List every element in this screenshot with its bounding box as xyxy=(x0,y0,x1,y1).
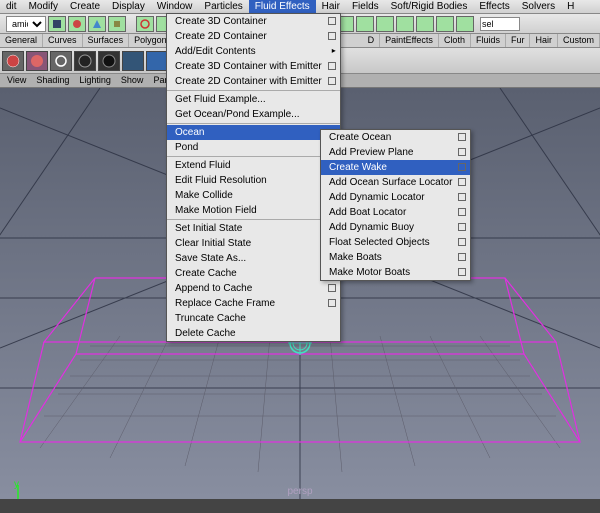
menu-item-make-motion-field[interactable]: Make Motion Field xyxy=(167,203,340,218)
menu-item-add-ocean-surface-locator[interactable]: Add Ocean Surface Locator xyxy=(321,175,470,190)
option-box-icon[interactable] xyxy=(328,284,336,292)
shelf-sphere2-icon[interactable] xyxy=(26,51,48,71)
menu-item-create-3d-container-with-emitter[interactable]: Create 3D Container with Emitter xyxy=(167,59,340,74)
menu-item-create-wake[interactable]: Create Wake xyxy=(321,160,470,175)
option-box-icon[interactable] xyxy=(328,32,336,40)
menu-dit[interactable]: dit xyxy=(0,0,23,13)
menu-item-pond[interactable]: Pond xyxy=(167,140,340,155)
fluid-effects-menu: Create 3D ContainerCreate 2D ContainerAd… xyxy=(166,13,341,342)
menu-item-set-initial-state[interactable]: Set Initial State xyxy=(167,221,340,236)
menu-solvers[interactable]: Solvers xyxy=(516,0,561,13)
option-box-icon[interactable] xyxy=(328,299,336,307)
tool-btn[interactable] xyxy=(136,16,154,32)
shelf-tab-d[interactable]: D xyxy=(363,34,381,47)
menu-create[interactable]: Create xyxy=(64,0,106,13)
viewport-menu-lighting[interactable]: Lighting xyxy=(74,74,116,87)
menu-item-create-cache[interactable]: Create Cache xyxy=(167,266,340,281)
shelf-tab-general[interactable]: General xyxy=(0,34,43,47)
menu-modify[interactable]: Modify xyxy=(23,0,64,13)
menu-item-add-preview-plane[interactable]: Add Preview Plane xyxy=(321,145,470,160)
menu-item-edit-fluid-resolution[interactable]: Edit Fluid Resolution xyxy=(167,173,340,188)
tool-btn[interactable] xyxy=(396,16,414,32)
menu-item-add-edit-contents[interactable]: Add/Edit Contents xyxy=(167,44,340,59)
menu-item-add-dynamic-buoy[interactable]: Add Dynamic Buoy xyxy=(321,220,470,235)
shelf-tab-curves[interactable]: Curves xyxy=(43,34,83,47)
tool-btn[interactable] xyxy=(48,16,66,32)
menu-fluideffects[interactable]: Fluid Effects xyxy=(249,0,316,13)
menu-item-delete-cache[interactable]: Delete Cache xyxy=(167,326,340,341)
tool-btn[interactable] xyxy=(68,16,86,32)
option-box-icon[interactable] xyxy=(458,163,466,171)
option-box-icon[interactable] xyxy=(458,238,466,246)
option-box-icon[interactable] xyxy=(458,268,466,276)
menu-h[interactable]: H xyxy=(561,0,580,13)
menu-item-float-selected-objects[interactable]: Float Selected Objects xyxy=(321,235,470,250)
menu-particles[interactable]: Particles xyxy=(198,0,248,13)
option-box-icon[interactable] xyxy=(328,77,336,85)
shelf-shader-icon[interactable] xyxy=(122,51,144,71)
option-box-icon[interactable] xyxy=(458,223,466,231)
menu-item-create-ocean[interactable]: Create Ocean xyxy=(321,130,470,145)
menu-item-create-2d-container[interactable]: Create 2D Container xyxy=(167,29,340,44)
shelf-wave-icon[interactable] xyxy=(146,51,168,71)
tool-btn[interactable] xyxy=(356,16,374,32)
viewport-menu-show[interactable]: Show xyxy=(116,74,149,87)
tool-btn[interactable] xyxy=(108,16,126,32)
option-box-icon[interactable] xyxy=(458,178,466,186)
menu-item-make-motor-boats[interactable]: Make Motor Boats xyxy=(321,265,470,280)
option-box-icon[interactable] xyxy=(458,133,466,141)
tool-btn[interactable] xyxy=(88,16,106,32)
shelf-tab-custom[interactable]: Custom xyxy=(558,34,600,47)
shelf-sphere-icon[interactable] xyxy=(2,51,24,71)
menu-item-replace-cache-frame[interactable]: Replace Cache Frame xyxy=(167,296,340,311)
shelf-tab-cloth[interactable]: Cloth xyxy=(439,34,471,47)
shelf-tab-painteffects[interactable]: PaintEffects xyxy=(380,34,439,47)
menu-item-get-ocean-pond-example-[interactable]: Get Ocean/Pond Example... xyxy=(167,107,340,122)
menu-item-get-fluid-example-[interactable]: Get Fluid Example... xyxy=(167,92,340,107)
menu-softrigidbodies[interactable]: Soft/Rigid Bodies xyxy=(385,0,474,13)
sel-combo[interactable] xyxy=(480,17,520,31)
dynamics-combo[interactable]: amics xyxy=(6,16,46,32)
viewport-menu-shading[interactable]: Shading xyxy=(31,74,74,87)
ocean-submenu: Create OceanAdd Preview PlaneCreate Wake… xyxy=(320,129,471,281)
menu-display[interactable]: Display xyxy=(106,0,151,13)
tool-btn[interactable] xyxy=(456,16,474,32)
tool-btn[interactable] xyxy=(376,16,394,32)
menu-item-clear-initial-state[interactable]: Clear Initial State xyxy=(167,236,340,251)
option-box-icon[interactable] xyxy=(458,193,466,201)
menu-item-append-to-cache[interactable]: Append to Cache xyxy=(167,281,340,296)
menu-item-extend-fluid[interactable]: Extend Fluid xyxy=(167,158,340,173)
menu-item-ocean[interactable]: Ocean xyxy=(167,125,340,140)
shelf-sphere3-icon[interactable] xyxy=(74,51,96,71)
menu-item-save-state-as-[interactable]: Save State As... xyxy=(167,251,340,266)
menu-item-create-2d-container-with-emitter[interactable]: Create 2D Container with Emitter xyxy=(167,74,340,89)
tool-btn[interactable] xyxy=(436,16,454,32)
option-box-icon[interactable] xyxy=(458,148,466,156)
menu-item-add-dynamic-locator[interactable]: Add Dynamic Locator xyxy=(321,190,470,205)
option-box-icon[interactable] xyxy=(458,208,466,216)
shelf-circle-icon[interactable] xyxy=(50,51,72,71)
menu-item-truncate-cache[interactable]: Truncate Cache xyxy=(167,311,340,326)
option-box-icon[interactable] xyxy=(458,253,466,261)
shelf-tab-fluids[interactable]: Fluids xyxy=(471,34,506,47)
viewport-menu-view[interactable]: View xyxy=(2,74,31,87)
menu-item-make-collide[interactable]: Make Collide xyxy=(167,188,340,203)
menu-item-add-boat-locator[interactable]: Add Boat Locator xyxy=(321,205,470,220)
menu-fields[interactable]: Fields xyxy=(346,0,385,13)
svg-text:y: y xyxy=(14,479,19,490)
tool-btn[interactable] xyxy=(416,16,434,32)
viewport-camera-label: persp xyxy=(287,486,312,497)
menu-effects[interactable]: Effects xyxy=(473,0,515,13)
menu-window[interactable]: Window xyxy=(151,0,199,13)
shelf-sphere4-icon[interactable] xyxy=(98,51,120,71)
main-menubar: ditModifyCreateDisplayWindowParticlesFlu… xyxy=(0,0,600,14)
menu-item-make-boats[interactable]: Make Boats xyxy=(321,250,470,265)
menu-hair[interactable]: Hair xyxy=(316,0,346,13)
option-box-icon[interactable] xyxy=(328,17,336,25)
menu-item-create-3d-container[interactable]: Create 3D Container xyxy=(167,14,340,29)
option-box-icon[interactable] xyxy=(328,62,336,70)
shelf-tab-hair[interactable]: Hair xyxy=(530,34,558,47)
shelf-tab-fur[interactable]: Fur xyxy=(506,34,531,47)
shelf-tab-surfaces[interactable]: Surfaces xyxy=(83,34,130,47)
